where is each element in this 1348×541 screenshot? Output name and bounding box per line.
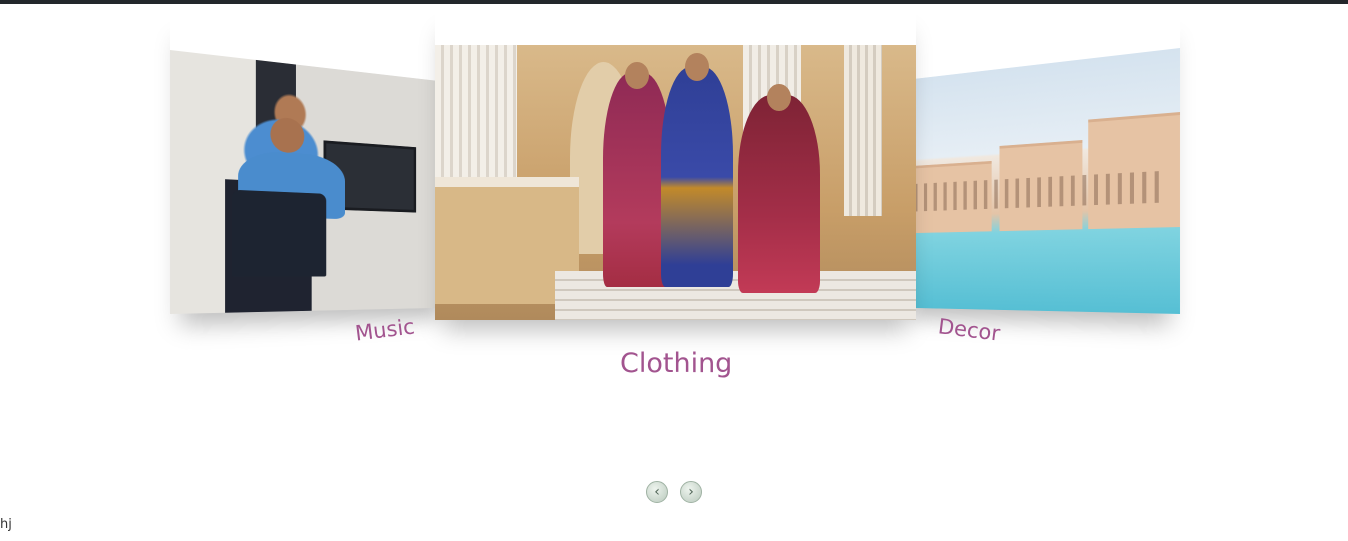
pillar-shape [843,45,883,216]
carousel-item-clothing[interactable] [435,8,916,320]
chevron-right-icon: › [688,484,694,500]
model-face-shape [624,61,650,89]
model-face-shape [685,53,710,81]
carousel-next-button[interactable]: › [680,481,702,503]
model-shape [738,94,820,293]
pillar-shape [435,45,517,177]
carousel: Music Clothing Decor ‹ › [0,0,1348,541]
carousel-prev-button[interactable]: ‹ [646,481,668,503]
clothing-image [435,45,916,320]
carousel-label-clothing[interactable]: Clothing [620,348,732,379]
person-head-shape [270,116,305,154]
model-shape [661,67,734,287]
footer-text: hj [0,517,12,532]
carousel-label-music[interactable]: Music [354,314,416,345]
carousel-item-decor[interactable] [904,8,1180,314]
chevron-left-icon: ‹ [654,484,660,500]
chair-shape [232,189,327,277]
carousel-item-music[interactable] [170,8,445,314]
model-face-shape [766,83,791,111]
decor-image [904,48,1180,314]
music-image [170,50,445,314]
carousel-label-decor[interactable]: Decor [937,314,1002,345]
building-shape [1088,111,1180,229]
